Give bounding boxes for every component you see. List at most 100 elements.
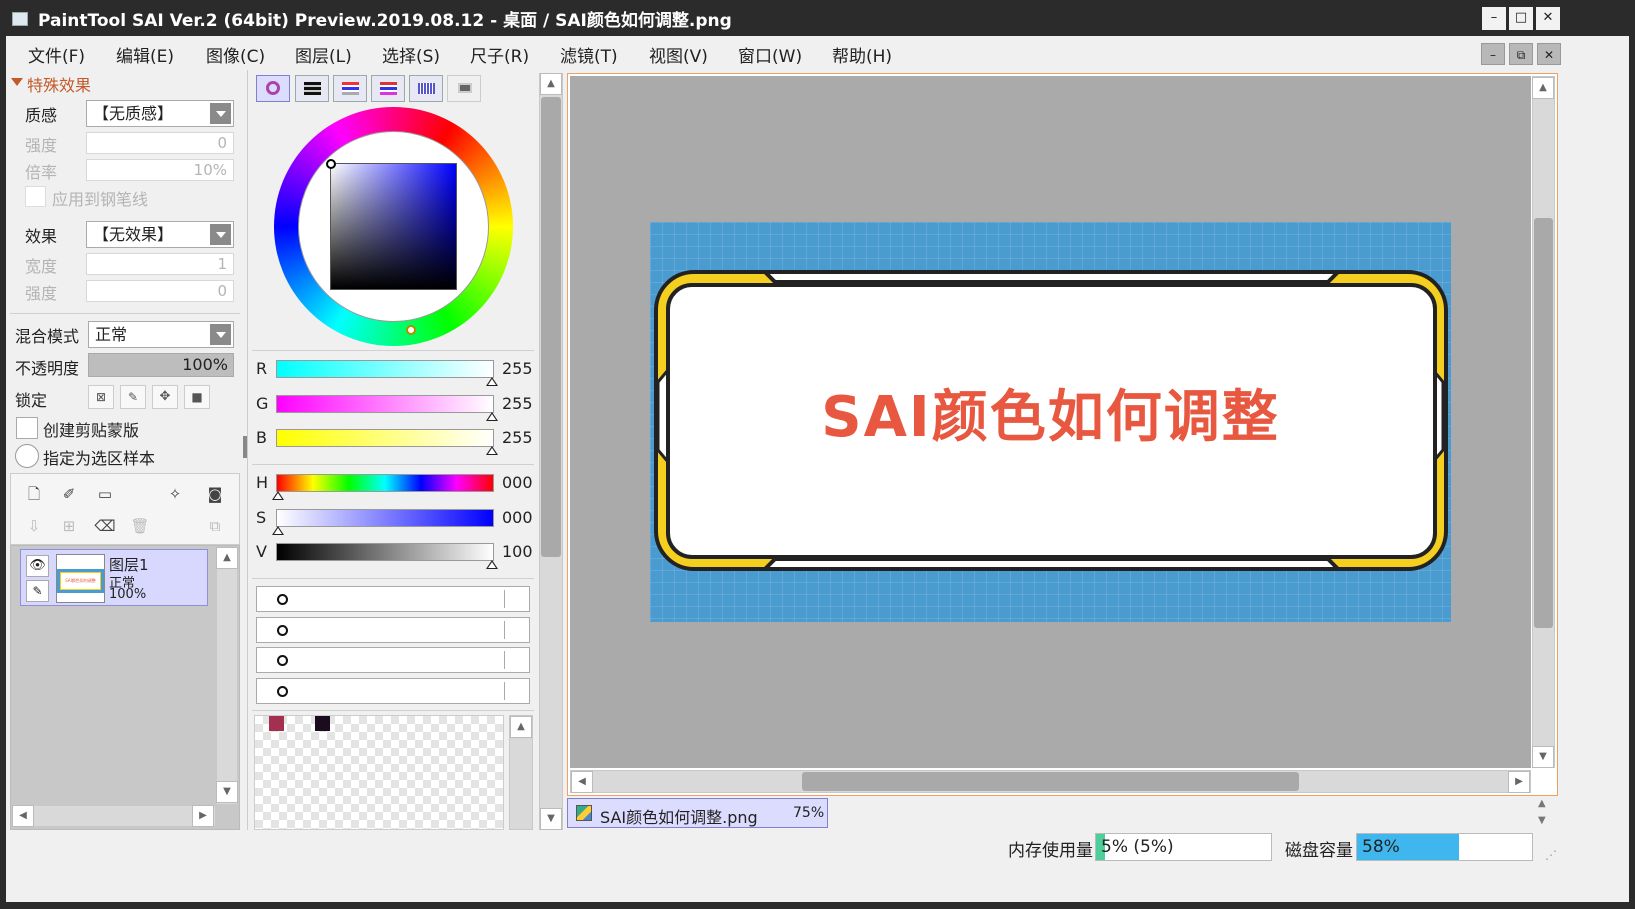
scroll-up-icon[interactable]: ▲ [1532,77,1554,99]
scroll-thumb[interactable] [1534,218,1553,628]
menu-view[interactable]: 视图(V) [649,42,708,67]
divider [252,350,534,351]
scroll-up-icon[interactable]: ▲ [540,73,562,95]
lock-all-icon[interactable]: ■ [184,385,210,409]
tab-scroll-up-icon[interactable]: ▲ [1538,798,1546,809]
delete-layer-icon[interactable]: 🗑 [129,515,151,537]
effect-select[interactable]: 【无效果】 [86,221,234,248]
menu-select[interactable]: 选择(S) [382,42,440,67]
s-slider[interactable] [276,509,494,527]
strength-field[interactable]: 0 [86,132,234,154]
blend-mode-value: 正常 [95,325,128,344]
menu-image[interactable]: 图像(C) [206,42,265,67]
scroll-right-icon[interactable]: ▶ [1508,771,1530,793]
v-slider-handle[interactable] [486,560,498,569]
menu-window[interactable]: 窗口(W) [738,42,802,67]
g-slider[interactable] [276,395,494,413]
resize-grip-icon[interactable]: ⋰ [1545,848,1557,862]
collapse-arrow-icon[interactable] [11,78,23,86]
close-button[interactable]: ✕ [1536,7,1560,30]
lock-paint-icon[interactable]: ✎ [120,385,146,409]
maximize-button[interactable]: □ [1509,7,1533,30]
brush-slot[interactable] [256,586,530,612]
new-vector-layer-icon[interactable]: ✐ [58,483,80,505]
v-slider[interactable] [276,543,494,561]
doc-restore-button[interactable]: ⧉ [1509,43,1533,65]
effects-section-title[interactable]: 特殊效果 [27,72,91,96]
brush-slot[interactable] [256,617,530,643]
r-slider-handle[interactable] [486,377,498,386]
lock-transparency-icon[interactable]: ⊠ [88,385,114,409]
blend-mode-select[interactable]: 正常 [88,321,234,348]
s-slider-handle[interactable] [272,526,284,535]
apply-to-pen-checkbox[interactable] [25,186,46,207]
duplicate-layer-icon[interactable]: ⊞ [58,515,80,537]
hsv-slider-tab[interactable] [333,75,367,102]
layer-item[interactable]: 👁 ✎ SAI颜色如何调整 图层1 正常 100% [20,549,208,606]
strength2-field[interactable]: 0 [86,280,234,302]
scroll-left-icon[interactable]: ◀ [571,771,593,793]
palette-tab[interactable] [371,75,405,102]
color-wheel-tab[interactable] [256,75,290,102]
minimize-button[interactable]: – [1482,7,1506,30]
merge-down-icon[interactable]: ⇩ [23,515,45,537]
menu-layer[interactable]: 图层(L) [295,42,352,67]
menu-filter[interactable]: 滤镜(T) [560,42,618,67]
width-field[interactable]: 1 [86,253,234,275]
color-swatch[interactable] [269,716,284,731]
banner-text: SAI颜色如何调整 [821,385,1280,450]
layer-list-vscroll[interactable] [216,547,238,805]
layer-list-hscroll[interactable] [12,805,216,827]
layer-mask-icon[interactable]: ◙ [204,483,226,505]
new-folder-icon[interactable]: ▭ [94,483,116,505]
h-slider[interactable] [276,474,494,492]
scroll-thumb[interactable] [541,97,561,557]
pencil-icon[interactable]: ✎ [26,580,49,602]
scroll-thumb[interactable] [802,772,1299,791]
menu-file[interactable]: 文件(F) [28,42,85,67]
opacity-slider[interactable]: 100% [88,353,234,377]
scale-field[interactable]: 10% [86,159,234,181]
scroll-up-icon[interactable]: ▲ [510,716,532,738]
v-value: 100 [502,542,533,561]
rgb-slider-tab[interactable] [295,75,329,102]
scroll-up-icon[interactable]: ▲ [216,547,238,569]
document-tab[interactable]: SAI颜色如何调整.png 75% [567,798,828,828]
b-slider-handle[interactable] [486,446,498,455]
b-slider[interactable] [276,429,494,447]
scroll-down-icon[interactable]: ▼ [1532,746,1554,768]
scratchpad-tab[interactable] [447,75,481,102]
strength-label: 强度 [25,136,58,155]
hue-picker-handle[interactable] [406,325,416,335]
r-slider[interactable] [276,360,494,378]
h-slider-handle[interactable] [272,491,284,500]
saturation-value-square[interactable] [330,163,457,290]
eye-icon[interactable]: 👁 [26,555,49,577]
tab-scroll-down-icon[interactable]: ▼ [1538,815,1546,826]
texture-select[interactable]: 【无质感】 [86,100,234,127]
layer-effects-icon[interactable]: ✧ [164,483,186,505]
canvas-image[interactable]: SAI颜色如何调整 [650,222,1451,622]
lock-move-icon[interactable]: ✥ [152,385,178,409]
clip-mask-checkbox[interactable] [16,417,38,439]
scroll-down-icon[interactable]: ▼ [216,781,238,803]
brush-slot[interactable] [256,647,530,673]
scroll-down-icon[interactable]: ▼ [540,808,562,830]
scroll-right-icon[interactable]: ▶ [192,805,214,827]
color-swatch[interactable] [315,716,330,731]
doc-minimize-button[interactable]: – [1481,43,1505,65]
color-swatch-grid[interactable] [254,715,504,830]
brush-slot[interactable] [256,678,530,704]
scroll-left-icon[interactable]: ◀ [12,805,34,827]
menu-edit[interactable]: 编辑(E) [116,42,174,67]
menu-help[interactable]: 帮助(H) [832,42,892,67]
merge-visible-icon[interactable]: ⧉ [204,515,226,537]
sv-picker-handle[interactable] [326,159,336,169]
swatch-tab[interactable] [409,75,443,102]
clear-layer-icon[interactable]: ⌫ [94,515,116,537]
menu-ruler[interactable]: 尺子(R) [470,42,529,67]
doc-close-button[interactable]: ✕ [1537,43,1561,65]
new-layer-icon[interactable]: 🗋 [23,483,45,505]
selection-sample-radio[interactable] [15,444,39,468]
g-slider-handle[interactable] [486,412,498,421]
